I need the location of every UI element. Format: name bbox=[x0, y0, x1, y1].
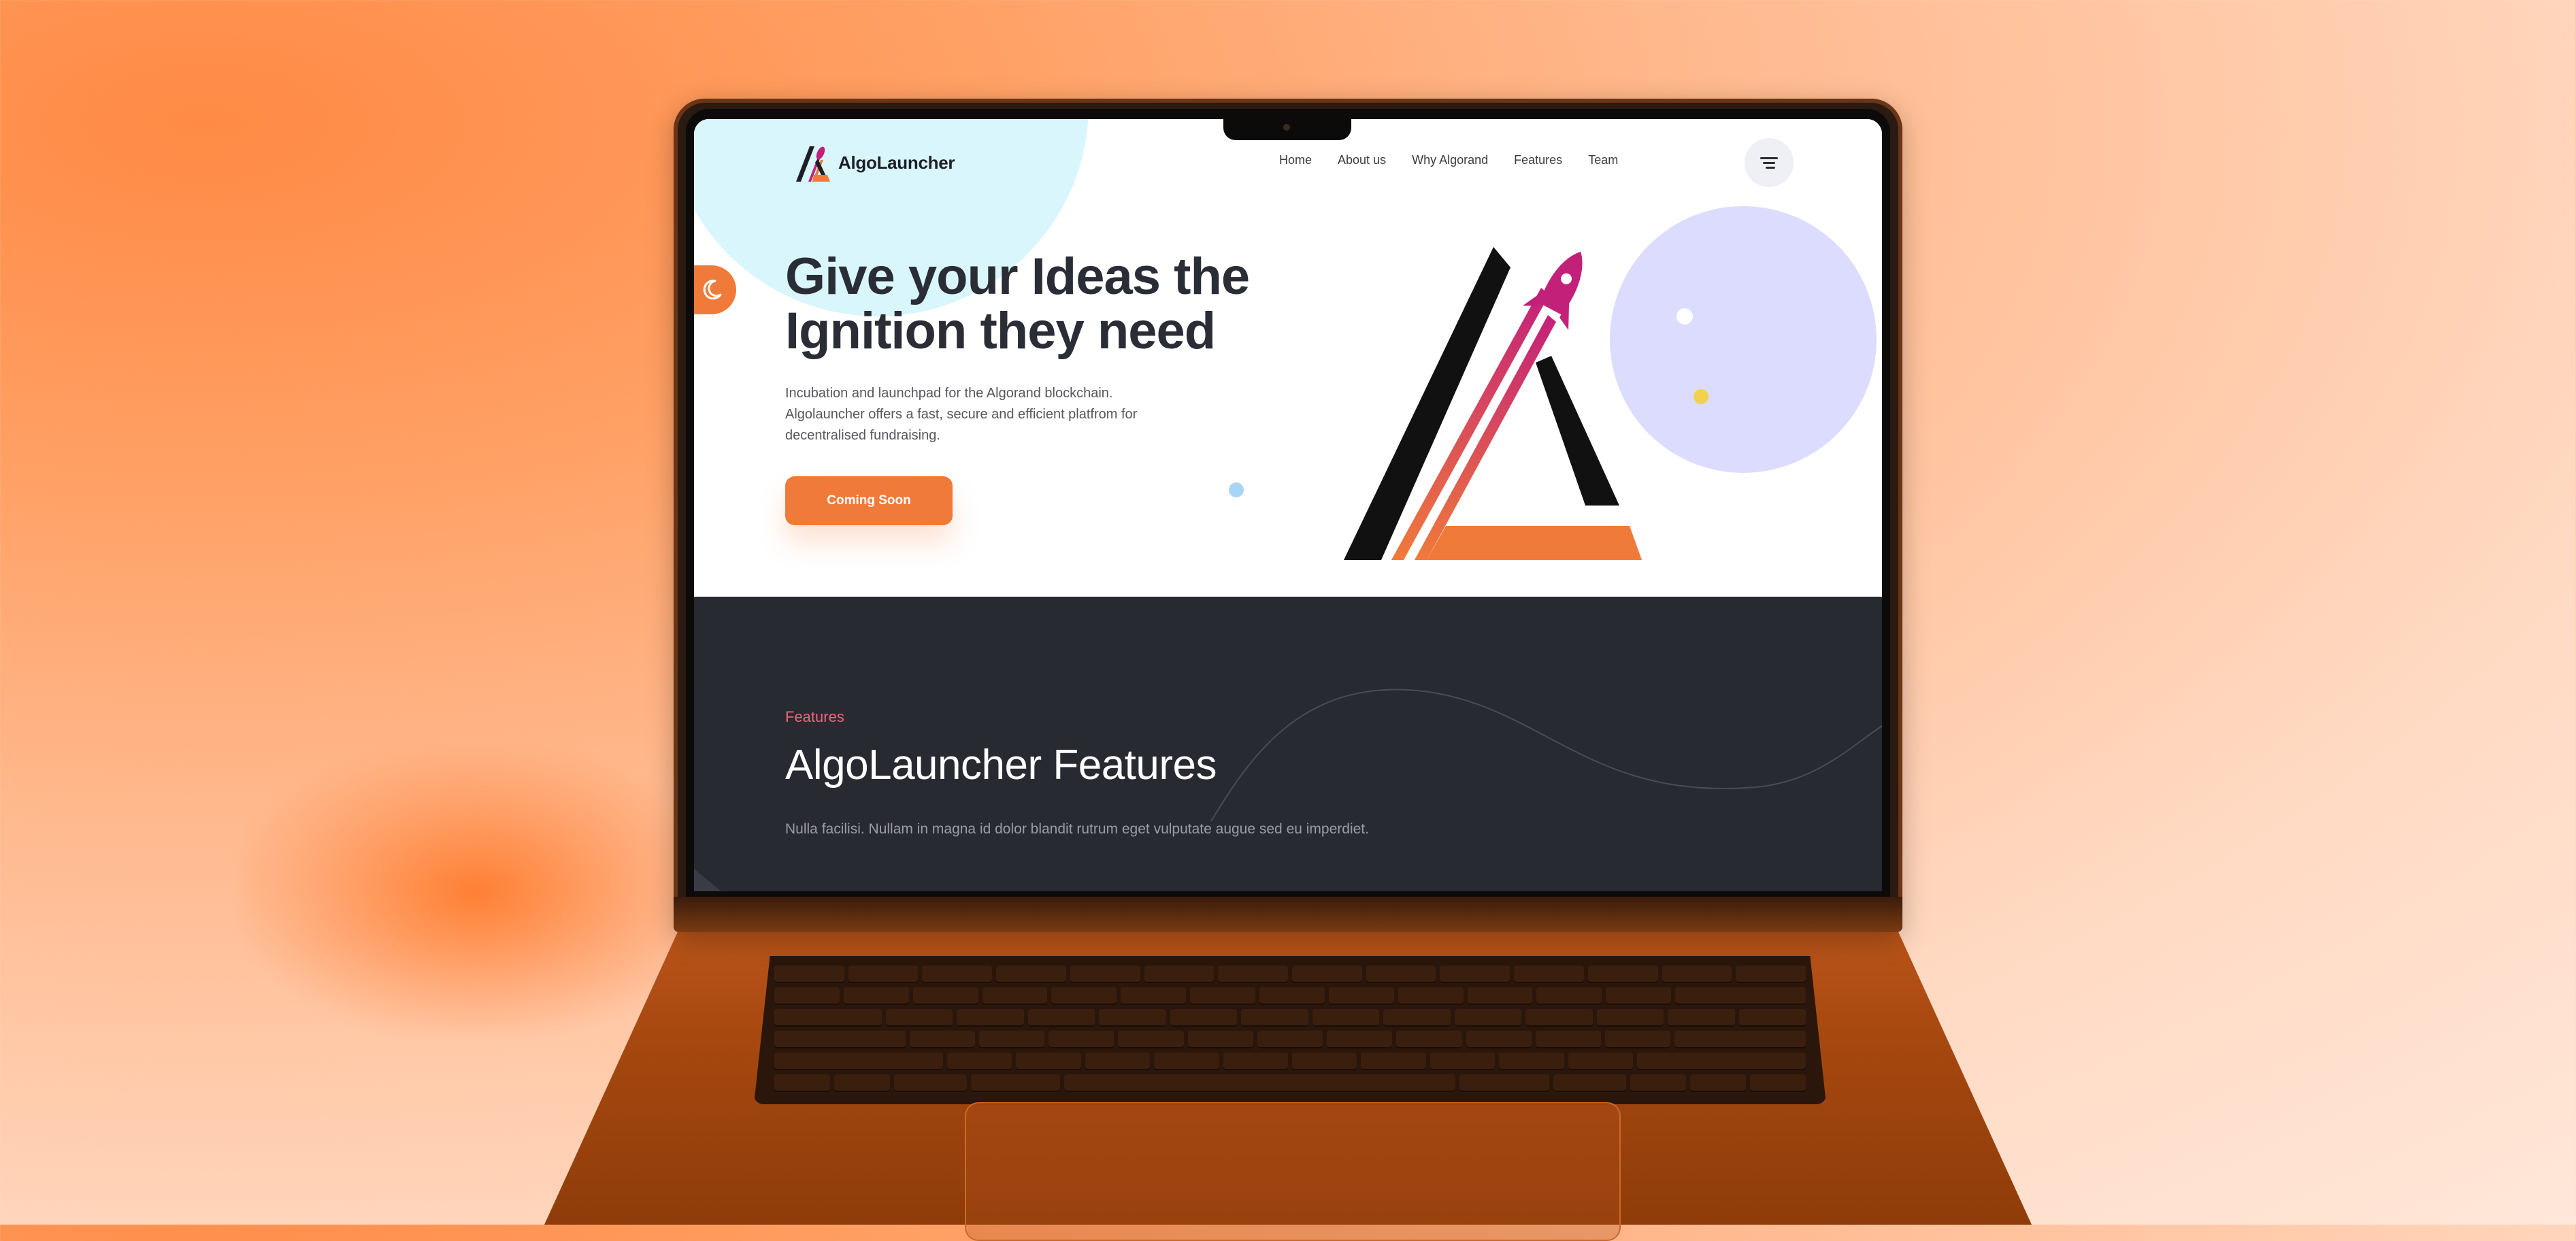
nav-about-us[interactable]: About us bbox=[1338, 153, 1386, 167]
hero-section: AlgoLauncher Home About us Why Algorand … bbox=[694, 119, 1882, 597]
nav-team[interactable]: Team bbox=[1588, 153, 1618, 167]
laptop-hinge bbox=[674, 897, 1902, 932]
decorative-dot bbox=[1677, 308, 1693, 325]
brand-logo[interactable]: AlgoLauncher bbox=[796, 144, 955, 182]
features-title: AlgoLauncher Features bbox=[785, 742, 1217, 789]
browser-screen: AlgoLauncher Home About us Why Algorand … bbox=[694, 119, 1882, 891]
nav-home[interactable]: Home bbox=[1279, 153, 1312, 167]
hero-desc-line: Incubation and launchpad for the Algoran… bbox=[785, 386, 1113, 401]
moon-icon bbox=[703, 280, 722, 300]
hero-description: Incubation and launchpad for the Algoran… bbox=[785, 383, 1234, 446]
camera-icon bbox=[1283, 124, 1290, 131]
hero-title-line: Give your Ideas the bbox=[785, 248, 1250, 305]
decorative-dot bbox=[1694, 389, 1708, 404]
coming-soon-button[interactable]: Coming Soon bbox=[785, 476, 953, 525]
trackpad bbox=[965, 1102, 1621, 1241]
main-nav: Home About us Why Algorand Features Team bbox=[1279, 153, 1644, 167]
hero-title: Give your Ideas the Ignition they need bbox=[785, 250, 1289, 359]
camera-notch bbox=[1223, 116, 1351, 140]
features-section: Features AlgoLauncher Features Nulla fac… bbox=[694, 597, 1882, 891]
rocket-logo-icon bbox=[1344, 247, 1642, 560]
brand-name: AlgoLauncher bbox=[838, 152, 955, 173]
keyboard bbox=[754, 956, 1826, 1104]
logo-mark-icon bbox=[796, 146, 830, 182]
hero-title-line: Ignition they need bbox=[785, 302, 1216, 360]
dark-mode-toggle[interactable] bbox=[694, 265, 736, 314]
features-tag: Features bbox=[785, 708, 844, 725]
background-glow bbox=[238, 748, 714, 1034]
menu-button[interactable] bbox=[1745, 138, 1794, 187]
menu-icon bbox=[1760, 157, 1778, 169]
hero-desc-line: decentralised fundraising. bbox=[785, 428, 940, 443]
decorative-dot bbox=[1229, 482, 1244, 497]
nav-features[interactable]: Features bbox=[1514, 153, 1562, 167]
nav-why-algorand[interactable]: Why Algorand bbox=[1412, 153, 1488, 167]
features-description: Nulla facilisi. Nullam in magna id dolor… bbox=[785, 821, 1369, 837]
hero-desc-line: Algolauncher offers a fast, secure and e… bbox=[785, 407, 1138, 422]
